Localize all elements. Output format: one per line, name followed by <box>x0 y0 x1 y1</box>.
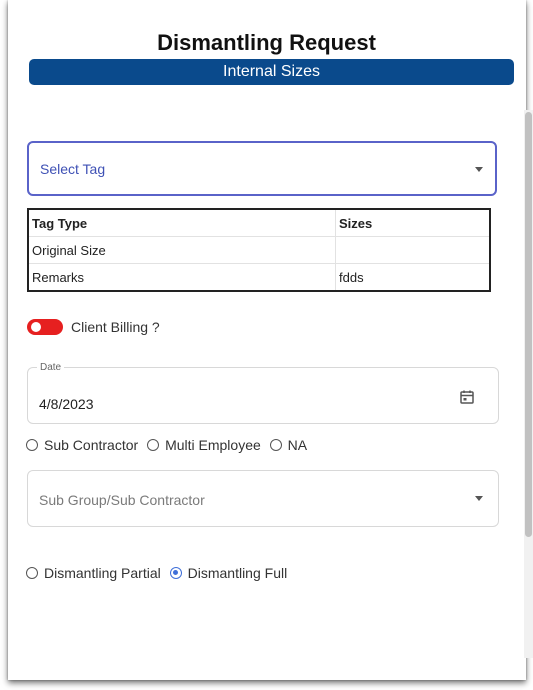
section-header-label: Internal Sizes <box>223 63 320 80</box>
table-header-row: Tag Type Sizes <box>27 208 491 237</box>
scrollbar-thumb[interactable] <box>525 112 532 537</box>
radio-label: Sub Contractor <box>44 437 139 453</box>
column-header-tag-type: Tag Type <box>27 208 336 237</box>
client-billing-label: Client Billing ? <box>71 319 160 335</box>
radio-button[interactable] <box>269 439 282 451</box>
radio-button[interactable] <box>26 439 38 451</box>
table-row: Remarks fdds <box>27 263 491 292</box>
radio-label: Dismantling Partial <box>44 565 161 581</box>
table-cell: Original Size <box>27 236 336 264</box>
select-tag-placeholder: Select Tag <box>40 161 106 177</box>
page-title: Dismantling Request <box>157 30 376 55</box>
section-header-bar: Internal Sizes <box>29 59 514 85</box>
radio-sub-contractor[interactable]: Sub Contractor <box>26 437 138 453</box>
select-tag-dropdown[interactable]: Select Tag <box>27 141 497 196</box>
table-row: Original Size <box>27 236 491 264</box>
sub-group-dropdown[interactable]: Sub Group/Sub Contractor <box>27 470 499 527</box>
table-cell <box>335 236 491 264</box>
radio-button[interactable] <box>147 439 160 451</box>
calendar-icon[interactable] <box>460 390 474 404</box>
table-cell: Remarks <box>27 263 336 292</box>
table-cell: fdds <box>335 263 491 292</box>
sub-group-placeholder: Sub Group/Sub Contractor <box>39 492 205 508</box>
vertical-scrollbar[interactable] <box>524 110 533 658</box>
chevron-down-icon <box>475 496 483 501</box>
radio-button-selected[interactable] <box>169 567 182 579</box>
date-field[interactable]: Date 4/8/2023 <box>27 362 499 424</box>
client-billing-toggle[interactable] <box>27 319 63 335</box>
dismantling-type-radio-group: Dismantling Partial Dismantling Full <box>26 565 292 582</box>
date-field-value: 4/8/2023 <box>39 396 94 412</box>
toggle-knob <box>31 322 41 332</box>
radio-na[interactable]: NA <box>269 437 308 453</box>
radio-multi-employee[interactable]: Multi Employee <box>147 437 261 453</box>
chevron-down-icon <box>475 167 483 172</box>
date-field-label: Date <box>37 362 65 373</box>
assignment-radio-group: Sub Contractor Multi Employee NA <box>26 437 312 454</box>
tag-sizes-table: Tag Type Sizes Original Size Remarks fdd… <box>27 208 491 292</box>
radio-label: Multi Employee <box>165 437 261 453</box>
radio-label: NA <box>287 437 308 453</box>
column-header-sizes: Sizes <box>335 208 491 237</box>
radio-button[interactable] <box>26 567 38 579</box>
radio-dismantling-partial[interactable]: Dismantling Partial <box>26 565 161 581</box>
radio-label: Dismantling Full <box>187 565 288 581</box>
radio-dismantling-full[interactable]: Dismantling Full <box>169 565 288 581</box>
